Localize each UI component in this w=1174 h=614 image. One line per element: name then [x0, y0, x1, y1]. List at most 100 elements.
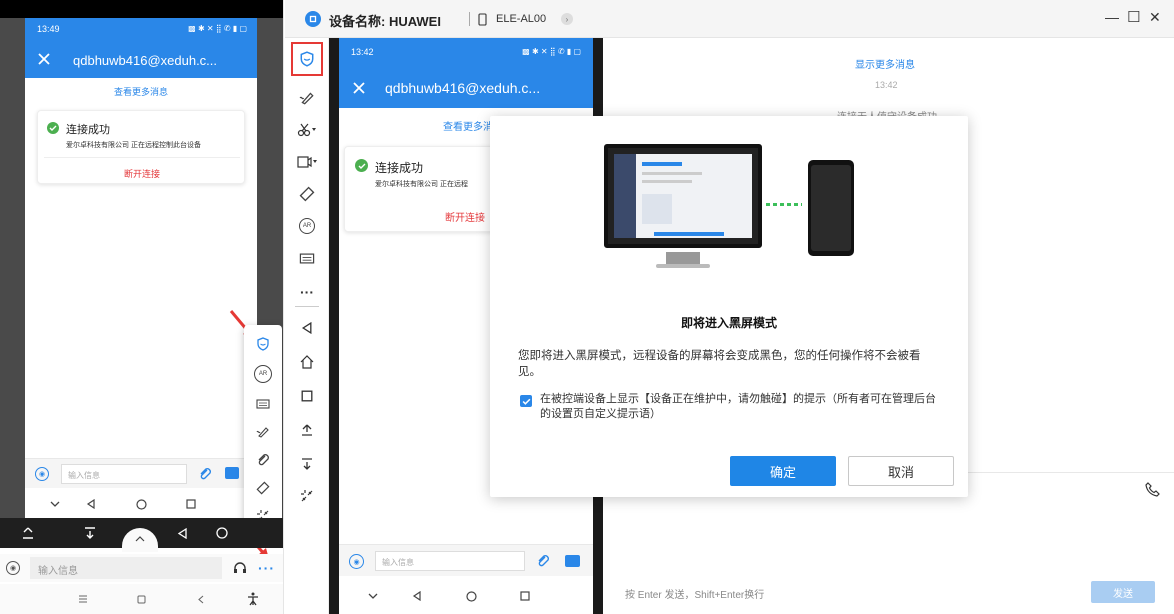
local-message-input[interactable]: 输入信息 [30, 557, 222, 579]
title-bar: 设备名称: HUAWEI ELE-AL00 › — ☐ ✕ [285, 0, 1174, 38]
recent-apps-icon[interactable] [291, 382, 323, 410]
phone-illustration-screen [811, 165, 851, 251]
collapse-tab[interactable] [122, 528, 158, 552]
show-more-link[interactable]: 显示更多消息 [855, 56, 915, 71]
back-icon[interactable] [409, 588, 425, 604]
device-label: 设备名称: HUAWEI [329, 14, 441, 29]
connect-title: 连接成功 [66, 124, 110, 136]
home-icon[interactable] [463, 588, 479, 604]
message-input[interactable]: 输入信息 [61, 464, 187, 484]
home-icon[interactable] [291, 348, 323, 376]
send-button[interactable]: 发送 [1091, 581, 1155, 603]
black-screen-button[interactable] [291, 42, 323, 76]
draw-icon[interactable] [254, 423, 272, 441]
recent-apps-icon[interactable] [183, 496, 199, 512]
monitor-line [642, 162, 682, 166]
close-icon[interactable] [35, 50, 53, 68]
chevron-down-icon[interactable] [47, 496, 63, 512]
status-time: 13:49 [37, 24, 60, 34]
menu-icon[interactable] [76, 592, 90, 606]
phone-input-bar: ◉ 输入信息 [25, 458, 257, 488]
cancel-button[interactable]: 取消 [848, 456, 954, 486]
close-icon[interactable] [351, 80, 367, 96]
voice-icon[interactable]: ◉ [35, 467, 49, 481]
monitor-sidebar [614, 154, 636, 238]
monitor-screen [614, 154, 752, 238]
dialog-title: 即将进入黑屏模式 [680, 316, 777, 330]
system-nav-bar [0, 584, 283, 614]
attachment-icon[interactable] [535, 553, 551, 569]
back-icon[interactable] [194, 592, 208, 606]
black-screen-icon[interactable] [254, 335, 272, 353]
attachment-icon[interactable] [254, 451, 272, 469]
chevron-down-icon[interactable] [365, 588, 381, 604]
chevron-right-icon[interactable]: › [561, 13, 573, 25]
monitor-line [642, 180, 692, 183]
home-icon[interactable] [133, 496, 149, 512]
more-messages-link[interactable]: 查看更多消息 [25, 85, 257, 98]
attachment-icon[interactable] [197, 466, 213, 482]
dialog-body: 您即将进入黑屏模式，远程设备的屏幕将会变成黑色，您的任何操作将不会被看见。 [518, 350, 921, 378]
phone-status-bar: 13:49 ▩ ✱ ✕ ⣿ ✆ ▮ ▢ [25, 18, 257, 42]
maximize-button[interactable]: ☐ [1127, 8, 1140, 26]
download-icon[interactable] [291, 450, 323, 478]
tip-checkbox[interactable] [520, 395, 532, 407]
accessibility-icon[interactable] [246, 591, 260, 607]
upload-icon[interactable] [291, 416, 323, 444]
headset-icon[interactable] [232, 560, 248, 576]
minimize-button[interactable]: — [1105, 9, 1119, 25]
ar-icon[interactable]: AR [291, 212, 323, 240]
upload-icon[interactable] [20, 525, 36, 541]
draw-icon[interactable] [291, 84, 323, 112]
top-bezel [0, 0, 283, 18]
phone-call-icon[interactable] [1143, 480, 1161, 498]
rotate-icon[interactable] [254, 479, 272, 497]
home-icon[interactable] [214, 525, 230, 541]
remote-chat-header: qdbhuwb416@xeduh.c... [339, 68, 593, 108]
status-icons: ▩ ✱ ✕ ⣿ ✆ ▮ ▢ [522, 47, 581, 56]
disconnect-link-icon[interactable] [291, 482, 323, 510]
phone-device-icon [475, 11, 489, 27]
check-icon [355, 159, 368, 172]
screenshot-icon[interactable] [291, 116, 323, 144]
voice-icon[interactable]: ◉ [6, 561, 20, 575]
keyboard-icon[interactable] [291, 244, 323, 272]
recent-apps-icon[interactable] [517, 588, 533, 604]
monitor-base [656, 264, 710, 268]
tip-checkbox-label[interactable]: 在被控端设备上显示【设备正在维护中，请勿触碰】的提示（所有者可在管理后台的设置页… [540, 392, 944, 422]
more-icon[interactable]: ··· [258, 560, 275, 576]
connect-title: 连接成功 [375, 161, 424, 175]
back-icon[interactable] [83, 496, 99, 512]
disconnect-button[interactable]: 断开连接 [38, 167, 246, 180]
keyboard-icon[interactable] [254, 395, 272, 413]
recent-apps-icon[interactable] [134, 592, 148, 606]
phone-screen: 13:49 ▩ ✱ ✕ ⣿ ✆ ▮ ▢ qdbhuwb416@xeduh.c..… [25, 18, 257, 520]
device-model: ELE-AL00 [496, 13, 547, 25]
status-icons: ▩ ✱ ✕ ⣿ ✆ ▮ ▢ [188, 24, 247, 33]
confirm-button[interactable]: 确定 [730, 456, 836, 486]
local-phone-panel: 13:49 ▩ ✱ ✕ ⣿ ✆ ▮ ▢ qdbhuwb416@xeduh.c..… [0, 0, 284, 614]
check-icon [47, 122, 59, 134]
ar-icon[interactable]: AR [254, 365, 272, 383]
monitor-keypad [642, 194, 672, 224]
message-input[interactable]: 输入信息 [375, 551, 525, 571]
divider [44, 157, 240, 158]
download-icon[interactable] [82, 525, 98, 541]
more-icon[interactable]: ··· [291, 278, 323, 306]
status-time: 13:42 [351, 47, 374, 57]
record-icon[interactable] [291, 148, 323, 176]
back-icon[interactable] [174, 525, 190, 541]
header-title: qdbhuwb416@xeduh.c... [385, 80, 541, 96]
left-gutter [0, 18, 25, 518]
black-screen-icon [300, 51, 314, 67]
back-icon[interactable] [291, 314, 323, 342]
voice-icon[interactable]: ◉ [349, 554, 364, 569]
close-button[interactable]: ✕ [1149, 9, 1161, 26]
black-screen-dialog: 即将进入黑屏模式 您即将进入黑屏模式，远程设备的屏幕将会变成黑色，您的任何操作将… [490, 116, 968, 497]
phone-illustration [808, 160, 854, 256]
rotate-icon[interactable] [291, 180, 323, 208]
phone-nav-row [25, 490, 257, 520]
tool-sidebar: AR ··· [285, 38, 329, 614]
image-icon[interactable] [225, 467, 239, 479]
image-icon[interactable] [565, 555, 580, 567]
